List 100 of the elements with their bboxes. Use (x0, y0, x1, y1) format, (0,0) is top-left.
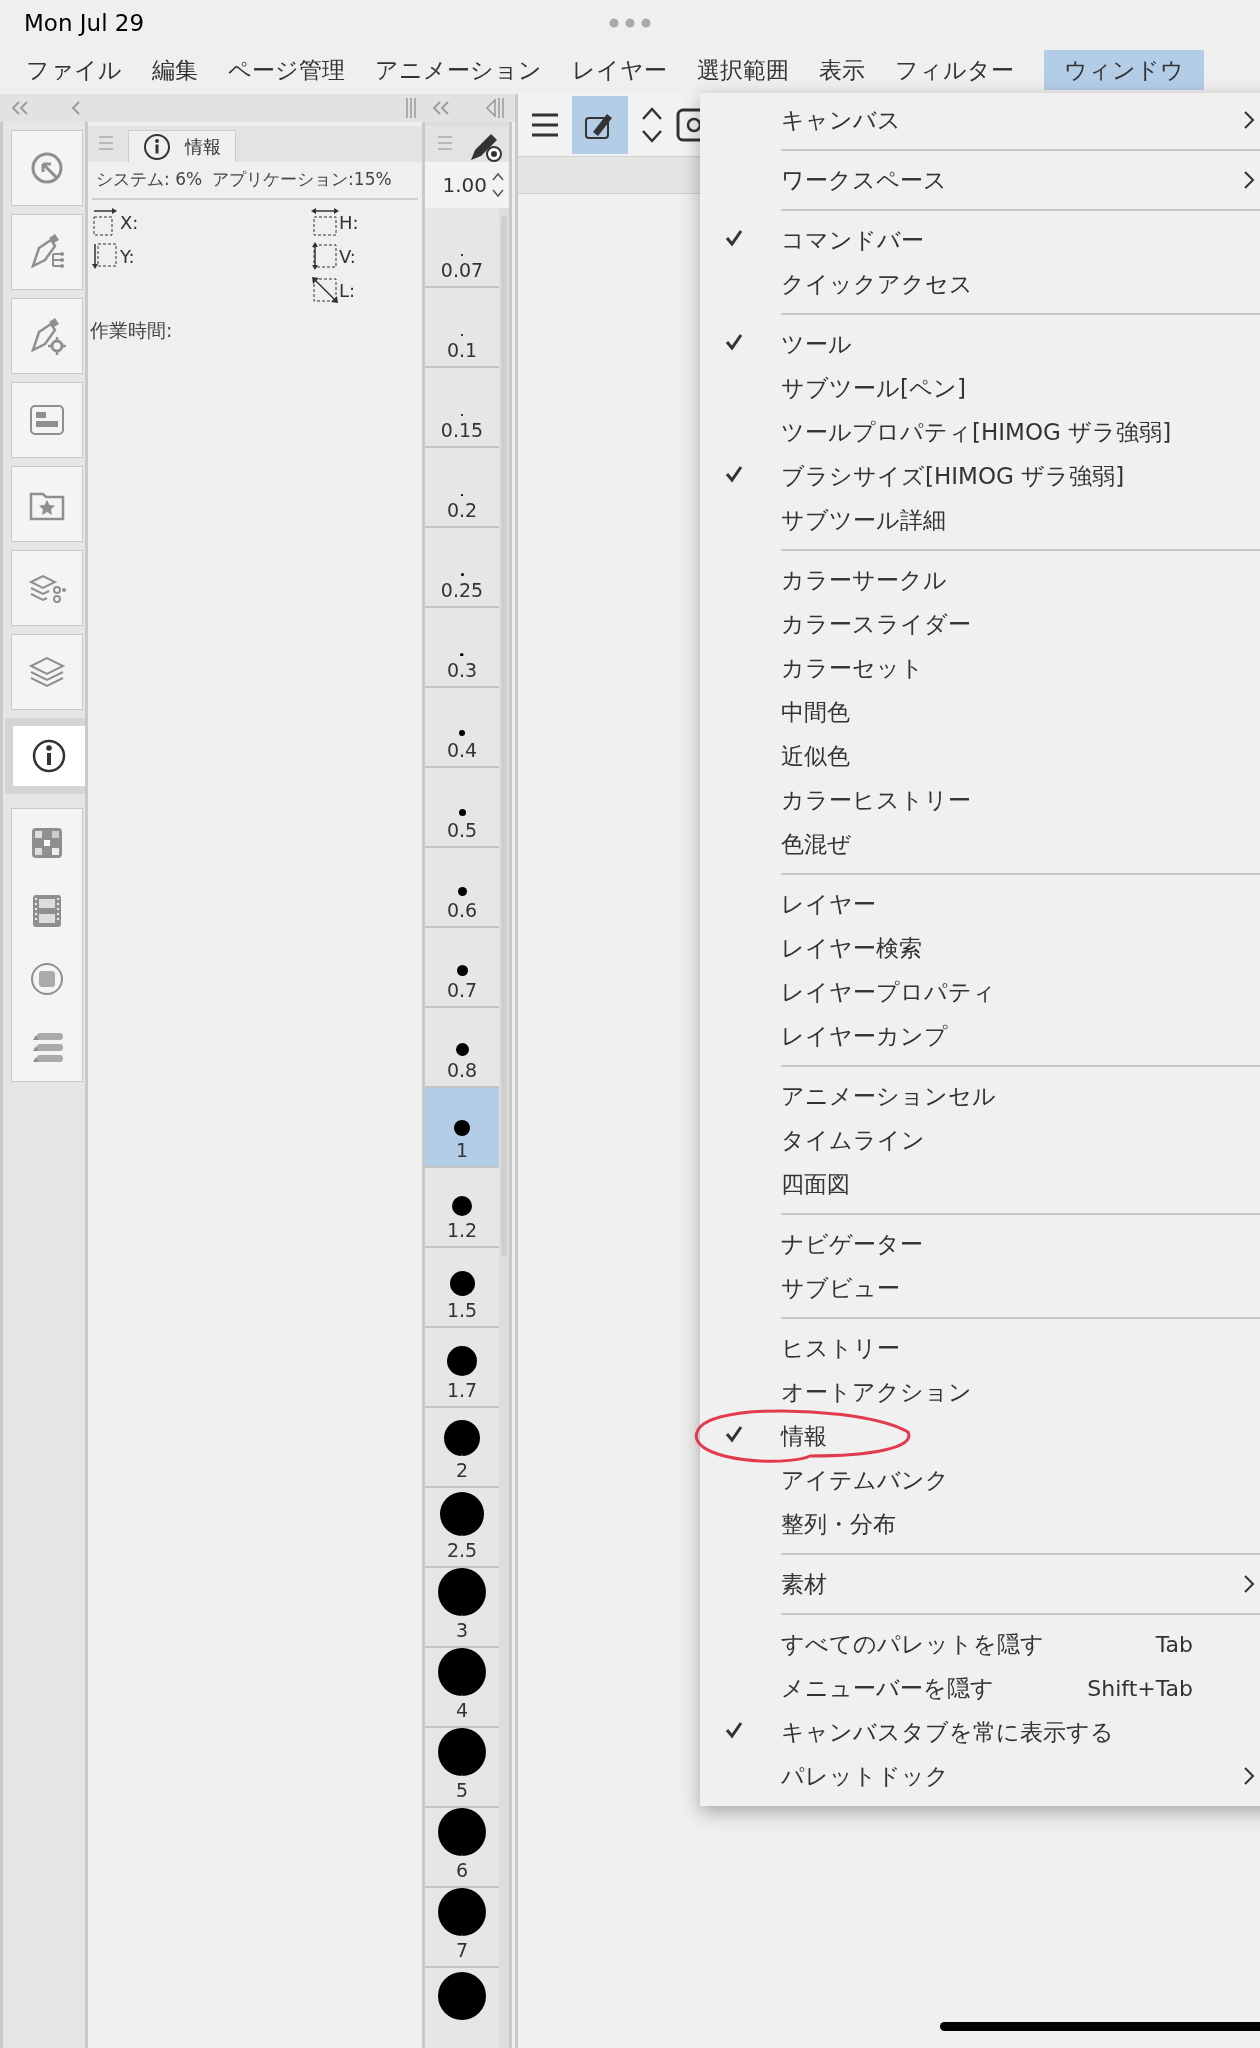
menu-item[interactable]: キャンバスタブを常に表示する (700, 1710, 1260, 1754)
menu-item[interactable]: カラーセット (700, 646, 1260, 690)
system-usage: システム: 6% (96, 168, 203, 192)
menu-item[interactable]: レイヤー (700, 882, 1260, 926)
menu-item[interactable]: サブツール詳細 (700, 498, 1260, 542)
brush-size-option[interactable]: 4 (425, 1648, 499, 1728)
menu-bar-item[interactable]: 選択範囲 (697, 52, 789, 88)
brush-size-option[interactable]: 0.1 (425, 288, 499, 368)
field-label: H: (339, 210, 359, 235)
brush-tip-preview (438, 1648, 486, 1696)
collapse-double-chevron-icon[interactable] (10, 100, 30, 116)
menu-item[interactable]: タイムライン (700, 1118, 1260, 1162)
menu-item[interactable]: 整列・分布 (700, 1502, 1260, 1546)
menu-bar-item[interactable]: 編集 (152, 52, 198, 88)
brush-tip-preview (452, 1196, 472, 1216)
drag-handle-icon[interactable] (405, 97, 417, 119)
brush-tip-preview (447, 1346, 477, 1376)
menu-item[interactable]: キャンバス (700, 98, 1260, 142)
brush-size-option[interactable]: 0.25 (425, 528, 499, 608)
brush-tip-preview (456, 965, 468, 976)
menu-item[interactable]: サブビュー (700, 1266, 1260, 1310)
brush-size-option[interactable]: 0.6 (425, 848, 499, 928)
menu-item[interactable]: レイヤー検索 (700, 926, 1260, 970)
menu-item[interactable]: レイヤーカンプ (700, 1014, 1260, 1058)
menu-item[interactable]: カラースライダー (700, 602, 1260, 646)
brush-tip-preview (459, 730, 465, 736)
menu-item[interactable]: アニメーションセル (700, 1074, 1260, 1118)
brush-size-option[interactable]: 0.07 (425, 208, 499, 288)
brush-size-option[interactable]: 1.5 (425, 1248, 499, 1328)
menu-item[interactable]: レイヤープロパティ (700, 970, 1260, 1014)
menu-item[interactable]: サブツール[ペン] (700, 366, 1260, 410)
menu-item[interactable]: 素材 (700, 1562, 1260, 1606)
menu-item[interactable]: コマンドバー (700, 218, 1260, 262)
menu-item[interactable]: カラーヒストリー (700, 778, 1260, 822)
measure-icon (311, 242, 339, 270)
measure-icon (311, 208, 339, 236)
menu-item[interactable]: 近似色 (700, 734, 1260, 778)
menu-bar-item[interactable]: 表示 (819, 52, 865, 88)
field-label: V: (339, 244, 356, 269)
brush-tip-preview (460, 652, 464, 656)
menu-bar-item[interactable]: ファイル (26, 52, 122, 88)
brush-size-option[interactable]: 0.15 (425, 368, 499, 448)
info-icon (143, 132, 171, 161)
field-label: X: (120, 210, 139, 235)
brush-size-option[interactable]: 0.3 (425, 608, 499, 688)
brush-tip-preview (438, 1888, 486, 1936)
brush-size-option[interactable]: 1.2 (425, 1168, 499, 1248)
menu-bar-item[interactable]: フィルター (895, 52, 1014, 88)
menu-item[interactable]: アイテムバンク (700, 1458, 1260, 1502)
menu-item[interactable]: ツールプロパティ[HIMOG ザラ強弱] (700, 410, 1260, 454)
brush-tip-preview (460, 573, 464, 576)
menu-item[interactable]: 色混ぜ (700, 822, 1260, 866)
chevron-up-down-icon[interactable] (640, 105, 664, 145)
menu-item[interactable]: パレットドック (700, 1754, 1260, 1798)
brush-tip-preview (438, 1808, 486, 1856)
brush-size-option[interactable]: 5 (425, 1728, 499, 1808)
brush-size-option[interactable]: 0.7 (425, 928, 499, 1008)
menu-item[interactable]: ナビゲーター (700, 1222, 1260, 1266)
menu-bar-item[interactable]: ウィンドウ (1044, 49, 1204, 91)
brush-size-option[interactable]: 3 (425, 1568, 499, 1648)
stepper-icon[interactable] (491, 170, 505, 200)
brush-size-option[interactable]: 2 (425, 1408, 499, 1488)
brush-tip-preview (438, 1972, 486, 2020)
brush-size-option[interactable]: 0.2 (425, 448, 499, 528)
collapse-panel-icon[interactable] (485, 97, 507, 119)
info-tab[interactable]: 情報 (128, 130, 236, 162)
brush-size-option[interactable]: 7 (425, 1888, 499, 1968)
menu-bar-item[interactable]: アニメーション (375, 52, 542, 88)
menu-bar-item[interactable]: レイヤー (572, 52, 667, 88)
brush-tip-preview (440, 1492, 484, 1536)
menu-item[interactable]: カラーサークル (700, 558, 1260, 602)
palette-button[interactable] (5, 718, 85, 794)
brush-size-option[interactable]: 6 (425, 1808, 499, 1888)
menu-item[interactable]: 四面図 (700, 1162, 1260, 1206)
menu-item[interactable]: オートアクション (700, 1370, 1260, 1414)
menu-item[interactable]: ツール (700, 322, 1260, 366)
brush-size-option[interactable]: 1 (425, 1088, 499, 1168)
menu-item[interactable]: ヒストリー (700, 1326, 1260, 1370)
brush-size-option[interactable]: 0.8 (425, 1008, 499, 1088)
menu-item[interactable]: ワークスペース (700, 158, 1260, 202)
menu-icon[interactable] (530, 112, 560, 138)
menu-item[interactable]: メニューバーを隠す Shift+Tab (700, 1666, 1260, 1710)
status-time: Mon Jul 29 (24, 8, 145, 38)
menu-bar-item[interactable]: ページ管理 (228, 52, 345, 88)
menu-item[interactable]: 情報 (700, 1414, 1260, 1458)
menu-item[interactable]: ブラシサイズ[HIMOG ザラ強弱] (700, 454, 1260, 498)
brush-size-option[interactable]: 1.7 (425, 1328, 499, 1408)
brush-tip-preview (457, 887, 467, 896)
brush-size-option[interactable]: 2.5 (425, 1488, 499, 1568)
more-dots-icon[interactable] (608, 18, 652, 28)
menu-item[interactable]: クイックアクセス (700, 262, 1260, 306)
pen-tool-button[interactable] (572, 96, 628, 154)
brush-tip-preview (449, 1271, 475, 1296)
collapse-double-chevron-icon[interactable] (431, 100, 451, 116)
menu-item[interactable]: 中間色 (700, 690, 1260, 734)
brush-tip-preview (438, 1568, 486, 1616)
brush-size-option[interactable]: 0.5 (425, 768, 499, 848)
brush-size-option[interactable]: 0.4 (425, 688, 499, 768)
menu-item[interactable]: すべてのパレットを隠す Tab (700, 1622, 1260, 1666)
collapse-chevron-icon[interactable] (70, 100, 82, 116)
